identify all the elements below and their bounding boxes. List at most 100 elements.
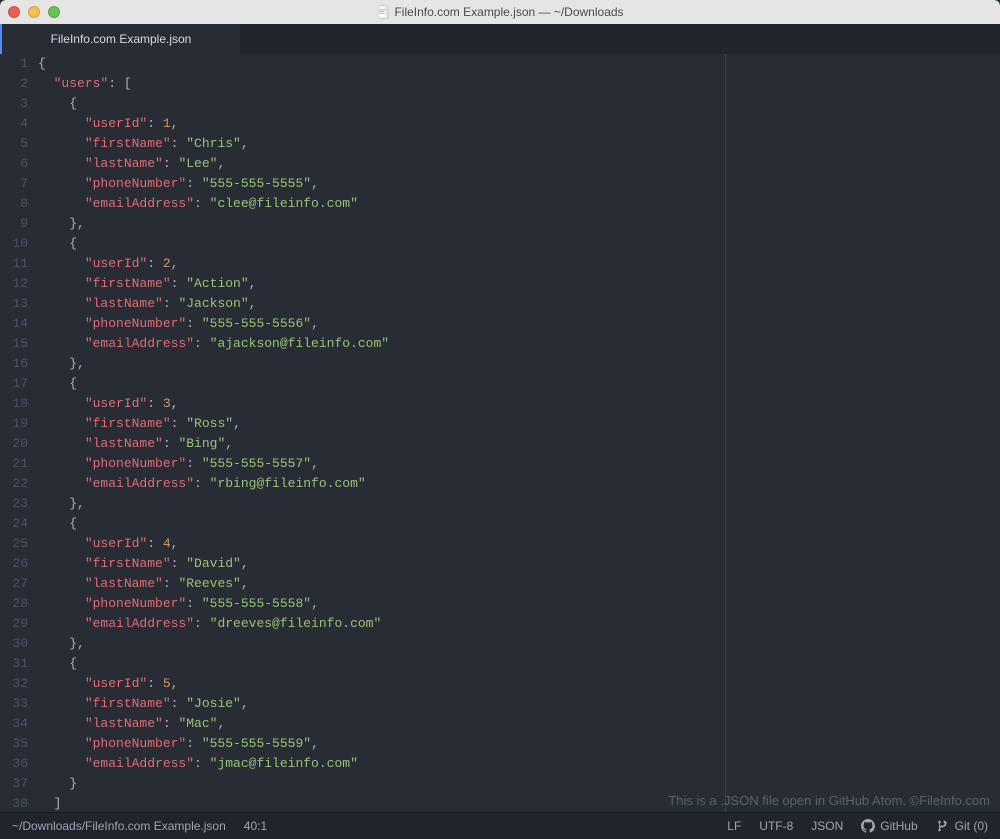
code-line[interactable]: "lastName": "Bing", (38, 434, 1000, 454)
line-number: 11 (0, 254, 28, 274)
code-line[interactable]: "firstName": "David", (38, 554, 1000, 574)
code-line[interactable]: "userId": 2, (38, 254, 1000, 274)
code-line[interactable]: "phoneNumber": "555-555-5559", (38, 734, 1000, 754)
code-line[interactable]: "lastName": "Reeves", (38, 574, 1000, 594)
line-number: 28 (0, 594, 28, 614)
status-cursor-position[interactable]: 40:1 (244, 819, 267, 833)
line-number: 17 (0, 374, 28, 394)
line-number: 10 (0, 234, 28, 254)
line-number: 20 (0, 434, 28, 454)
line-number: 22 (0, 474, 28, 494)
code-line[interactable]: "emailAddress": "rbing@fileinfo.com" (38, 474, 1000, 494)
line-number: 13 (0, 294, 28, 314)
window-title-text: FileInfo.com Example.json — ~/Downloads (394, 5, 623, 19)
line-number: 1 (0, 54, 28, 74)
code-line[interactable]: "emailAddress": "clee@fileinfo.com" (38, 194, 1000, 214)
status-git-label: Git (0) (955, 819, 988, 833)
code-line[interactable]: "userId": 5, (38, 674, 1000, 694)
tab-active[interactable]: FileInfo.com Example.json (0, 24, 240, 54)
traffic-lights (8, 6, 60, 18)
code-line[interactable]: "emailAddress": "ajackson@fileinfo.com" (38, 334, 1000, 354)
line-number: 37 (0, 774, 28, 794)
line-number: 29 (0, 614, 28, 634)
line-number: 27 (0, 574, 28, 594)
code-line[interactable]: "firstName": "Action", (38, 274, 1000, 294)
status-file-path[interactable]: ~/Downloads/FileInfo.com Example.json (12, 819, 226, 833)
line-number: 6 (0, 154, 28, 174)
line-number: 9 (0, 214, 28, 234)
line-number: 5 (0, 134, 28, 154)
line-number: 33 (0, 694, 28, 714)
watermark-text: This is a .JSON file open in GitHub Atom… (668, 793, 990, 808)
close-window-button[interactable] (8, 6, 20, 18)
status-bar: ~/Downloads/FileInfo.com Example.json 40… (0, 812, 1000, 839)
line-number: 31 (0, 654, 28, 674)
line-number: 32 (0, 674, 28, 694)
code-line[interactable]: { (38, 94, 1000, 114)
code-line[interactable]: { (38, 54, 1000, 74)
json-file-icon (376, 5, 390, 19)
window-title: FileInfo.com Example.json — ~/Downloads (376, 5, 623, 19)
line-number: 3 (0, 94, 28, 114)
line-number-gutter: 1234567891011121314151617181920212223242… (0, 54, 38, 812)
line-number: 25 (0, 534, 28, 554)
line-number: 38 (0, 794, 28, 812)
code-line[interactable]: "userId": 4, (38, 534, 1000, 554)
code-line[interactable]: { (38, 374, 1000, 394)
github-icon (861, 819, 875, 833)
wrap-guide (725, 54, 726, 812)
line-number: 15 (0, 334, 28, 354)
code-line[interactable]: }, (38, 354, 1000, 374)
line-number: 14 (0, 314, 28, 334)
code-line[interactable]: "lastName": "Mac", (38, 714, 1000, 734)
code-line[interactable]: { (38, 234, 1000, 254)
line-number: 23 (0, 494, 28, 514)
line-number: 12 (0, 274, 28, 294)
git-branch-icon (936, 819, 950, 833)
status-encoding[interactable]: UTF-8 (759, 819, 793, 833)
code-content[interactable]: { "users": [ { "userId": 1, "firstName":… (38, 54, 1000, 812)
line-number: 7 (0, 174, 28, 194)
code-line[interactable]: "userId": 1, (38, 114, 1000, 134)
minimize-window-button[interactable] (28, 6, 40, 18)
editor[interactable]: 1234567891011121314151617181920212223242… (0, 54, 1000, 812)
code-line[interactable]: "phoneNumber": "555-555-5555", (38, 174, 1000, 194)
maximize-window-button[interactable] (48, 6, 60, 18)
code-line[interactable]: "lastName": "Lee", (38, 154, 1000, 174)
window-titlebar: FileInfo.com Example.json — ~/Downloads (0, 0, 1000, 24)
status-language[interactable]: JSON (811, 819, 843, 833)
code-line[interactable]: "emailAddress": "dreeves@fileinfo.com" (38, 614, 1000, 634)
tab-title: FileInfo.com Example.json (51, 32, 192, 46)
code-line[interactable]: "users": [ (38, 74, 1000, 94)
line-number: 36 (0, 754, 28, 774)
line-number: 8 (0, 194, 28, 214)
code-line[interactable]: }, (38, 214, 1000, 234)
line-number: 24 (0, 514, 28, 534)
code-line[interactable]: "phoneNumber": "555-555-5556", (38, 314, 1000, 334)
line-number: 26 (0, 554, 28, 574)
code-line[interactable]: }, (38, 634, 1000, 654)
status-git[interactable]: Git (0) (936, 819, 988, 833)
status-github[interactable]: GitHub (861, 819, 917, 833)
line-number: 34 (0, 714, 28, 734)
code-line[interactable]: "userId": 3, (38, 394, 1000, 414)
code-line[interactable]: "phoneNumber": "555-555-5558", (38, 594, 1000, 614)
code-line[interactable]: }, (38, 494, 1000, 514)
line-number: 4 (0, 114, 28, 134)
line-number: 19 (0, 414, 28, 434)
code-line[interactable]: { (38, 514, 1000, 534)
status-github-label: GitHub (880, 819, 917, 833)
line-number: 18 (0, 394, 28, 414)
code-line[interactable]: "emailAddress": "jmac@fileinfo.com" (38, 754, 1000, 774)
code-line[interactable]: "firstName": "Ross", (38, 414, 1000, 434)
code-line[interactable]: "lastName": "Jackson", (38, 294, 1000, 314)
code-line[interactable]: "firstName": "Chris", (38, 134, 1000, 154)
status-line-ending[interactable]: LF (727, 819, 741, 833)
tab-bar: FileInfo.com Example.json (0, 24, 1000, 54)
code-line[interactable]: "firstName": "Josie", (38, 694, 1000, 714)
code-line[interactable]: { (38, 654, 1000, 674)
line-number: 21 (0, 454, 28, 474)
line-number: 2 (0, 74, 28, 94)
code-line[interactable]: "phoneNumber": "555-555-5557", (38, 454, 1000, 474)
code-line[interactable]: } (38, 774, 1000, 794)
